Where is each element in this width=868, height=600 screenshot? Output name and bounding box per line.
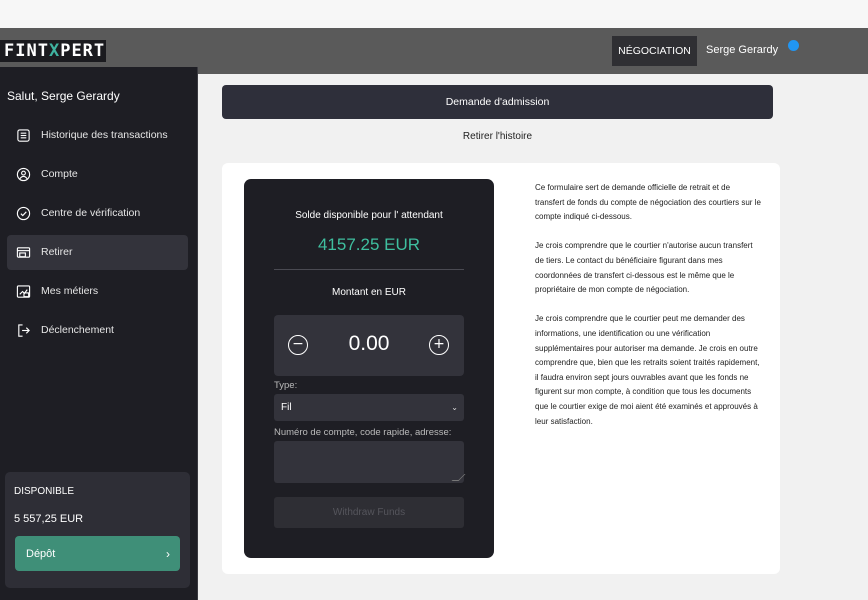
balance-title: Solde disponible pour l' attendant	[295, 210, 443, 221]
amount-label: Montant en EUR	[332, 287, 406, 298]
check-circle-icon	[16, 206, 31, 221]
withdraw-funds-button[interactable]: Withdraw Funds	[274, 497, 464, 528]
chevron-right-icon: ›	[166, 547, 170, 561]
sidebar-greeting: Salut, Serge Gerardy	[7, 89, 120, 103]
chart-icon	[16, 285, 31, 298]
sidebar-item-verification[interactable]: Centre de vérification	[7, 196, 188, 231]
deposit-button[interactable]: Dépôt ›	[15, 536, 180, 571]
type-selected-value: Fil	[281, 402, 292, 413]
available-amount: 5 557,25 EUR	[14, 513, 84, 525]
sidebar-item-label: Compte	[41, 168, 78, 180]
sidebar-item-logout[interactable]: Déclenchement	[7, 313, 188, 348]
user-icon	[16, 167, 31, 182]
divider	[274, 269, 464, 270]
terms-paragraph: Je crois comprendre que le courtier peut…	[535, 314, 760, 426]
nav-user-name[interactable]: Serge Gerardy	[706, 44, 778, 56]
sidebar-item-my-trades[interactable]: Mes métiers	[7, 274, 188, 309]
sidebar-item-account[interactable]: Compte	[7, 157, 188, 192]
brand-logo[interactable]: FINTXPERT	[0, 40, 106, 62]
type-select[interactable]: Fil ⌄	[274, 394, 464, 421]
sidebar-item-label: Déclenchement	[41, 324, 114, 336]
minus-circle-icon[interactable]: −	[288, 335, 308, 355]
balance-value: 4157.25 EUR	[317, 235, 421, 254]
chevron-down-icon: ⌄	[451, 403, 458, 412]
sidebar-item-label: Retirer	[41, 246, 73, 258]
account-label: Numéro de compte, code rapide, adresse:	[274, 427, 452, 438]
sidebar-item-label: Historique des transactions	[41, 129, 168, 141]
sidebar-item-withdraw[interactable]: Retirer	[7, 235, 188, 270]
sidebar-item-label: Mes métiers	[41, 285, 99, 297]
plus-circle-icon[interactable]: +	[429, 335, 449, 355]
wallet-icon	[16, 247, 31, 258]
deposit-label: Dépôt	[26, 547, 56, 560]
nav-trading-button[interactable]: NÉGOCIATION	[612, 36, 697, 66]
browser-top-strip	[0, 0, 868, 28]
type-label: Type:	[274, 380, 298, 391]
withdraw-history-link[interactable]: Retirer l'histoire	[222, 131, 773, 142]
terms-paragraph: Ce formulaire sert de demande officielle…	[535, 183, 761, 222]
sidebar: Salut, Serge Gerardy Historique des tran…	[0, 67, 198, 600]
available-balance-card: DISPONIBLE 5 557,25 EUR Dépôt ›	[5, 472, 190, 588]
list-icon	[17, 129, 30, 142]
sidebar-item-label: Centre de vérification	[41, 207, 141, 219]
terms-paragraph: Je crois comprendre que le courtier n'au…	[535, 241, 753, 295]
logout-icon	[18, 324, 30, 337]
terms-text: Ce formulaire sert de demande officielle…	[535, 181, 761, 444]
amount-stepper: − 0.00 +	[274, 315, 464, 376]
sidebar-item-transaction-history[interactable]: Historique des transactions	[7, 118, 188, 153]
resize-grip-icon[interactable]	[451, 474, 466, 481]
notification-dot-icon[interactable]	[788, 40, 799, 51]
withdraw-form-card: Solde disponible pour l' attendant 4157.…	[244, 179, 494, 558]
amount-input[interactable]: 0.00	[314, 332, 424, 356]
account-textarea[interactable]	[274, 441, 466, 483]
available-title: DISPONIBLE	[14, 486, 75, 497]
admission-request-banner[interactable]: Demande d'admission	[222, 85, 773, 119]
